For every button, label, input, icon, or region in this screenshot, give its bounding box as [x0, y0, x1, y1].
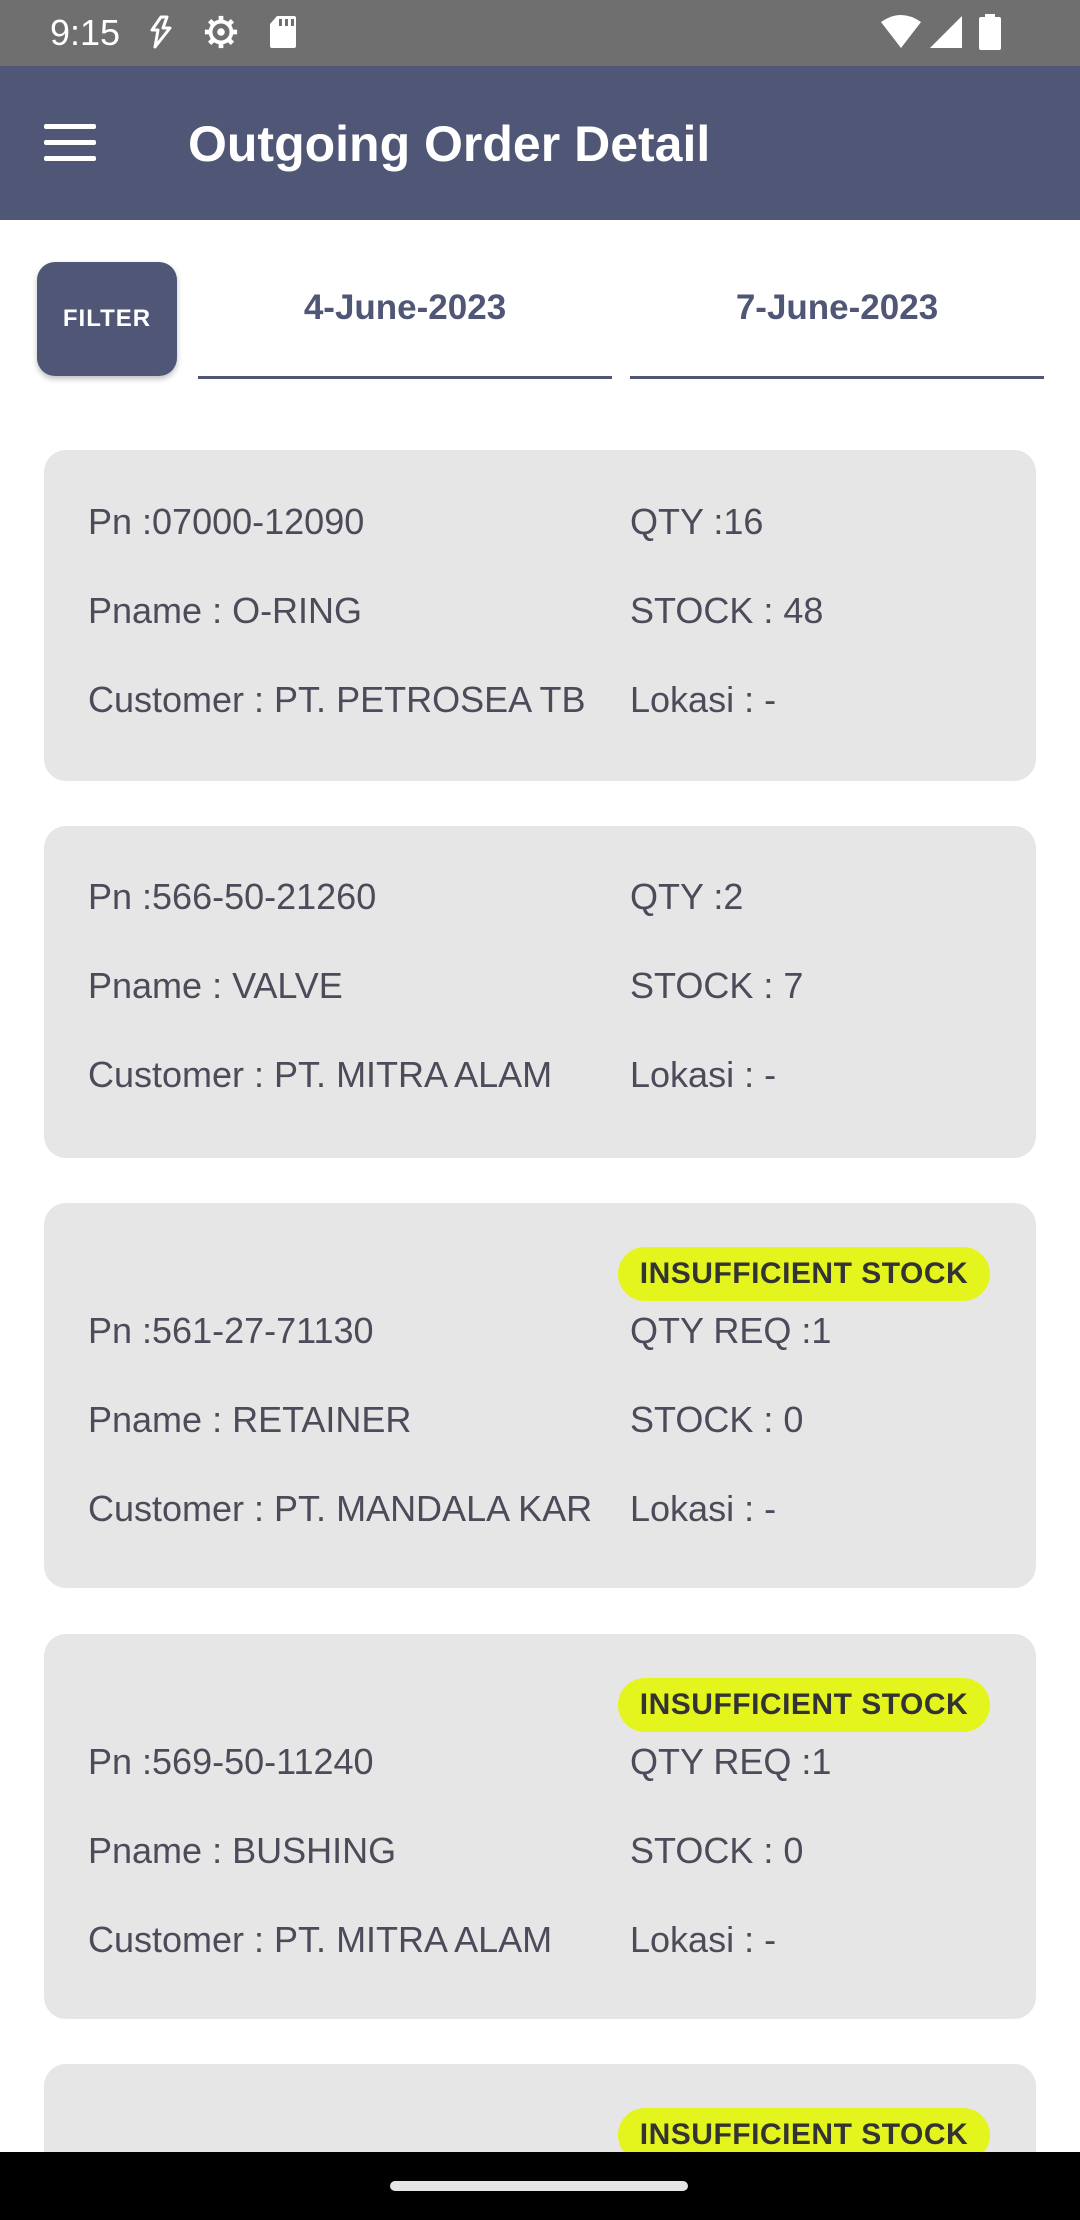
status-bar: 9:15: [0, 0, 1080, 66]
wifi-icon: [881, 15, 921, 48]
signal-icon: [930, 16, 962, 48]
stock: STOCK : 7: [630, 965, 804, 1006]
data-saver-icon: [150, 15, 172, 49]
app-bar: Outgoing Order Detail: [0, 66, 1080, 220]
part-number: Pn :566-50-21260: [88, 876, 377, 917]
insufficient-stock-badge: INSUFFICIENT STOCK: [618, 1247, 990, 1301]
page-title: Outgoing Order Detail: [188, 116, 711, 172]
part-number: Pn :561-27-71130: [88, 1310, 374, 1351]
quantity: QTY :2: [630, 876, 744, 917]
part-number: Pn :07000-12090: [88, 501, 365, 542]
location: Lokasi : -: [630, 679, 777, 720]
battery-icon: [979, 14, 1001, 50]
customer: Customer : PT. PETROSEA TB: [88, 679, 586, 720]
customer: Customer : PT. MANDALA KAR: [88, 1488, 593, 1529]
stock: STOCK : 0: [630, 1399, 804, 1440]
navigation-bar: [0, 2152, 1080, 2220]
stock: STOCK : 48: [630, 590, 824, 631]
part-name: Pname : BUSHING: [88, 1830, 397, 1871]
quantity-requested: QTY REQ :1: [630, 1741, 832, 1782]
status-time: 9:15: [50, 12, 121, 53]
customer: Customer : PT. MITRA ALAM: [88, 1919, 553, 1960]
order-card[interactable]: Pn :566-50-21260 QTY :2 Pname : VALVE ST…: [44, 826, 1036, 1158]
quantity-requested: QTY REQ :1: [630, 1310, 832, 1351]
order-card[interactable]: INSUFFICIENT STOCK Pn :561-27-71130 QTY …: [44, 1203, 1036, 1588]
location: Lokasi : -: [630, 1488, 777, 1529]
location: Lokasi : -: [630, 1054, 777, 1095]
settings-icon: [204, 15, 238, 49]
customer: Customer : PT. MITRA ALAM: [88, 1054, 553, 1095]
home-gesture-handle[interactable]: [390, 2181, 688, 2191]
part-name: Pname : VALVE: [88, 965, 343, 1006]
order-card[interactable]: INSUFFICIENT STOCK Pn :569-50-11240 QTY …: [44, 1634, 1036, 2019]
end-date-field[interactable]: 7-June-2023: [630, 268, 1044, 379]
quantity: QTY :16: [630, 501, 764, 542]
location: Lokasi : -: [630, 1919, 777, 1960]
part-name: Pname : RETAINER: [88, 1399, 412, 1440]
start-date-field[interactable]: 4-June-2023: [198, 268, 612, 379]
filter-button[interactable]: FILTER: [37, 262, 177, 376]
insufficient-stock-badge: INSUFFICIENT STOCK: [618, 1678, 990, 1732]
menu-icon[interactable]: [44, 124, 96, 162]
part-number: Pn :569-50-11240: [88, 1741, 374, 1782]
sd-card-icon: [270, 16, 296, 48]
part-name: Pname : O-RING: [88, 590, 363, 631]
order-card[interactable]: Pn :07000-12090 QTY :16 Pname : O-RING S…: [44, 450, 1036, 781]
stock: STOCK : 0: [630, 1830, 804, 1871]
